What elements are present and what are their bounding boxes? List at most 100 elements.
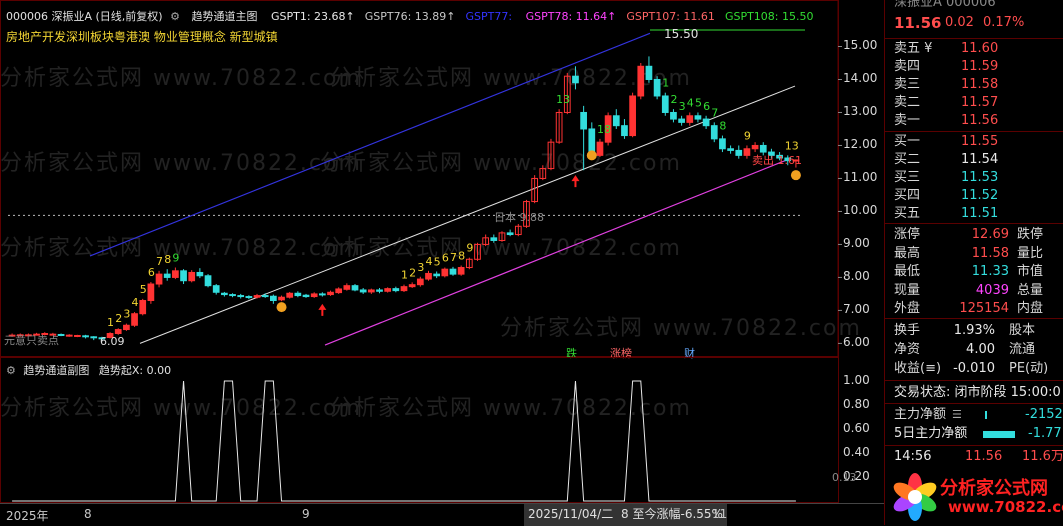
price-row: 11.56 0.02 0.17%	[885, 14, 1063, 34]
price-tick: 8.00	[843, 269, 870, 284]
stat-row: 收益(≡) -0.010 PE(动)	[885, 360, 1063, 378]
candle-body[interactable]	[661, 95, 669, 113]
candle-body[interactable]	[180, 270, 187, 282]
candle-body[interactable]	[155, 273, 163, 285]
candle-body[interactable]	[425, 272, 432, 280]
candle-body[interactable]	[302, 294, 310, 298]
candle-body[interactable]	[188, 271, 196, 282]
candle-body[interactable]	[441, 268, 449, 277]
candle-body[interactable]	[318, 293, 326, 296]
sub-tick: 1.00	[843, 373, 870, 387]
candle-body[interactable]	[229, 294, 236, 297]
candle-body[interactable]	[751, 144, 759, 150]
candle-body[interactable]	[131, 313, 138, 326]
candle-body[interactable]	[253, 295, 261, 298]
candle-body[interactable]	[294, 292, 302, 297]
candle-body[interactable]	[196, 271, 204, 277]
candle-body[interactable]	[637, 65, 645, 97]
candle-body[interactable]	[653, 78, 661, 97]
candle-body[interactable]	[245, 296, 253, 299]
candle-body[interactable]	[735, 149, 743, 156]
order-price: 11.57	[961, 95, 999, 110]
candle-body[interactable]	[114, 329, 122, 335]
candle-body[interactable]	[702, 118, 710, 127]
candle-body[interactable]	[612, 115, 620, 127]
candle-body[interactable]	[367, 289, 375, 293]
candle-body[interactable]	[139, 300, 147, 315]
candle-body[interactable]	[57, 333, 65, 336]
candle-body[interactable]	[743, 148, 751, 156]
stat-label-2: 总量	[1017, 282, 1044, 298]
candle-body[interactable]	[400, 286, 408, 292]
candle-body[interactable]	[90, 336, 98, 339]
panel-title: 深振业A 000006	[894, 0, 996, 10]
candle-body[interactable]	[596, 141, 604, 156]
candle-body[interactable]	[645, 65, 653, 80]
order-price: 11.54	[961, 152, 999, 167]
candle-body[interactable]	[457, 267, 465, 275]
candle-body[interactable]	[408, 284, 416, 288]
candle-body[interactable]	[727, 148, 734, 151]
candle-body[interactable]	[237, 295, 245, 298]
candle-body[interactable]	[278, 296, 285, 301]
price-pct: 0.17%	[983, 15, 1025, 30]
candle-body[interactable]	[74, 334, 81, 337]
candle-body[interactable]	[123, 324, 130, 331]
candle-body[interactable]	[384, 288, 392, 292]
stat-label-2: PE(动)	[1009, 361, 1049, 376]
candle-body[interactable]	[629, 95, 636, 137]
candle-body[interactable]	[286, 292, 294, 298]
candle-body[interactable]	[351, 285, 359, 291]
candle-body[interactable]	[335, 288, 343, 294]
stat-row: 涨停 12.69 跌停	[885, 226, 1063, 244]
sub-settings-icon[interactable]: ⚙	[6, 364, 16, 377]
sub-chart[interactable]	[0, 357, 884, 503]
candle-body[interactable]	[416, 278, 424, 286]
candle-body[interactable]	[572, 75, 579, 84]
candle-body[interactable]	[270, 295, 277, 302]
candle-body[interactable]	[506, 232, 514, 236]
candle-body[interactable]	[65, 334, 73, 337]
sub-indicator-name[interactable]: 趋势通道副图	[23, 364, 89, 377]
stat-value: 1.93%	[953, 323, 995, 338]
order-label: 买一	[894, 134, 921, 149]
candle-body[interactable]	[719, 138, 726, 150]
candle-body[interactable]	[172, 270, 179, 278]
price-change: 0.02	[945, 15, 974, 30]
candle-body[interactable]	[686, 115, 694, 123]
main-chart[interactable]: 1 2 34567 8 91 2 3 4 5 6 7 891318123 4 5 678913	[0, 0, 884, 357]
candle-body[interactable]	[376, 289, 383, 292]
candle-body[interactable]	[343, 285, 351, 290]
candle-body[interactable]	[82, 335, 89, 338]
high-price-label: 15.50	[664, 27, 699, 41]
candle-body[interactable]	[204, 275, 212, 287]
candle-body[interactable]	[694, 115, 702, 120]
candle-body[interactable]	[490, 237, 498, 241]
price-tick: 9.00	[843, 236, 870, 251]
candle-body[interactable]	[678, 118, 685, 123]
candle-body[interactable]	[710, 125, 718, 140]
candle-body[interactable]	[327, 291, 334, 296]
candle-body[interactable]	[212, 285, 220, 293]
candle-body[interactable]	[580, 111, 587, 130]
candle-body[interactable]	[670, 111, 677, 120]
candle-body[interactable]	[163, 273, 171, 278]
candle-body[interactable]	[392, 288, 400, 292]
candle-body[interactable]	[221, 292, 228, 296]
stat-row: 换手 1.93% 股本	[885, 322, 1063, 340]
candle-body[interactable]	[621, 125, 628, 137]
stat-label: 换手	[894, 323, 921, 338]
stock-title[interactable]: 000006 深振业A (日线,前复权)	[6, 10, 163, 23]
list-icon[interactable]: ☰	[952, 406, 962, 424]
candle-body[interactable]	[147, 283, 155, 302]
candle-body[interactable]	[310, 293, 318, 298]
settings-icon[interactable]: ⚙	[170, 10, 180, 23]
gspt-item: GSPT107: 11.61	[626, 10, 715, 23]
candle-body[interactable]	[433, 273, 441, 277]
candle-body[interactable]	[359, 289, 367, 293]
candle-body[interactable]	[449, 268, 457, 275]
main-net-bar	[985, 411, 987, 419]
candle-body[interactable]	[261, 295, 269, 298]
price-tick: 15.00	[843, 38, 878, 53]
indicator-name[interactable]: 趋势通道主图	[191, 10, 257, 23]
